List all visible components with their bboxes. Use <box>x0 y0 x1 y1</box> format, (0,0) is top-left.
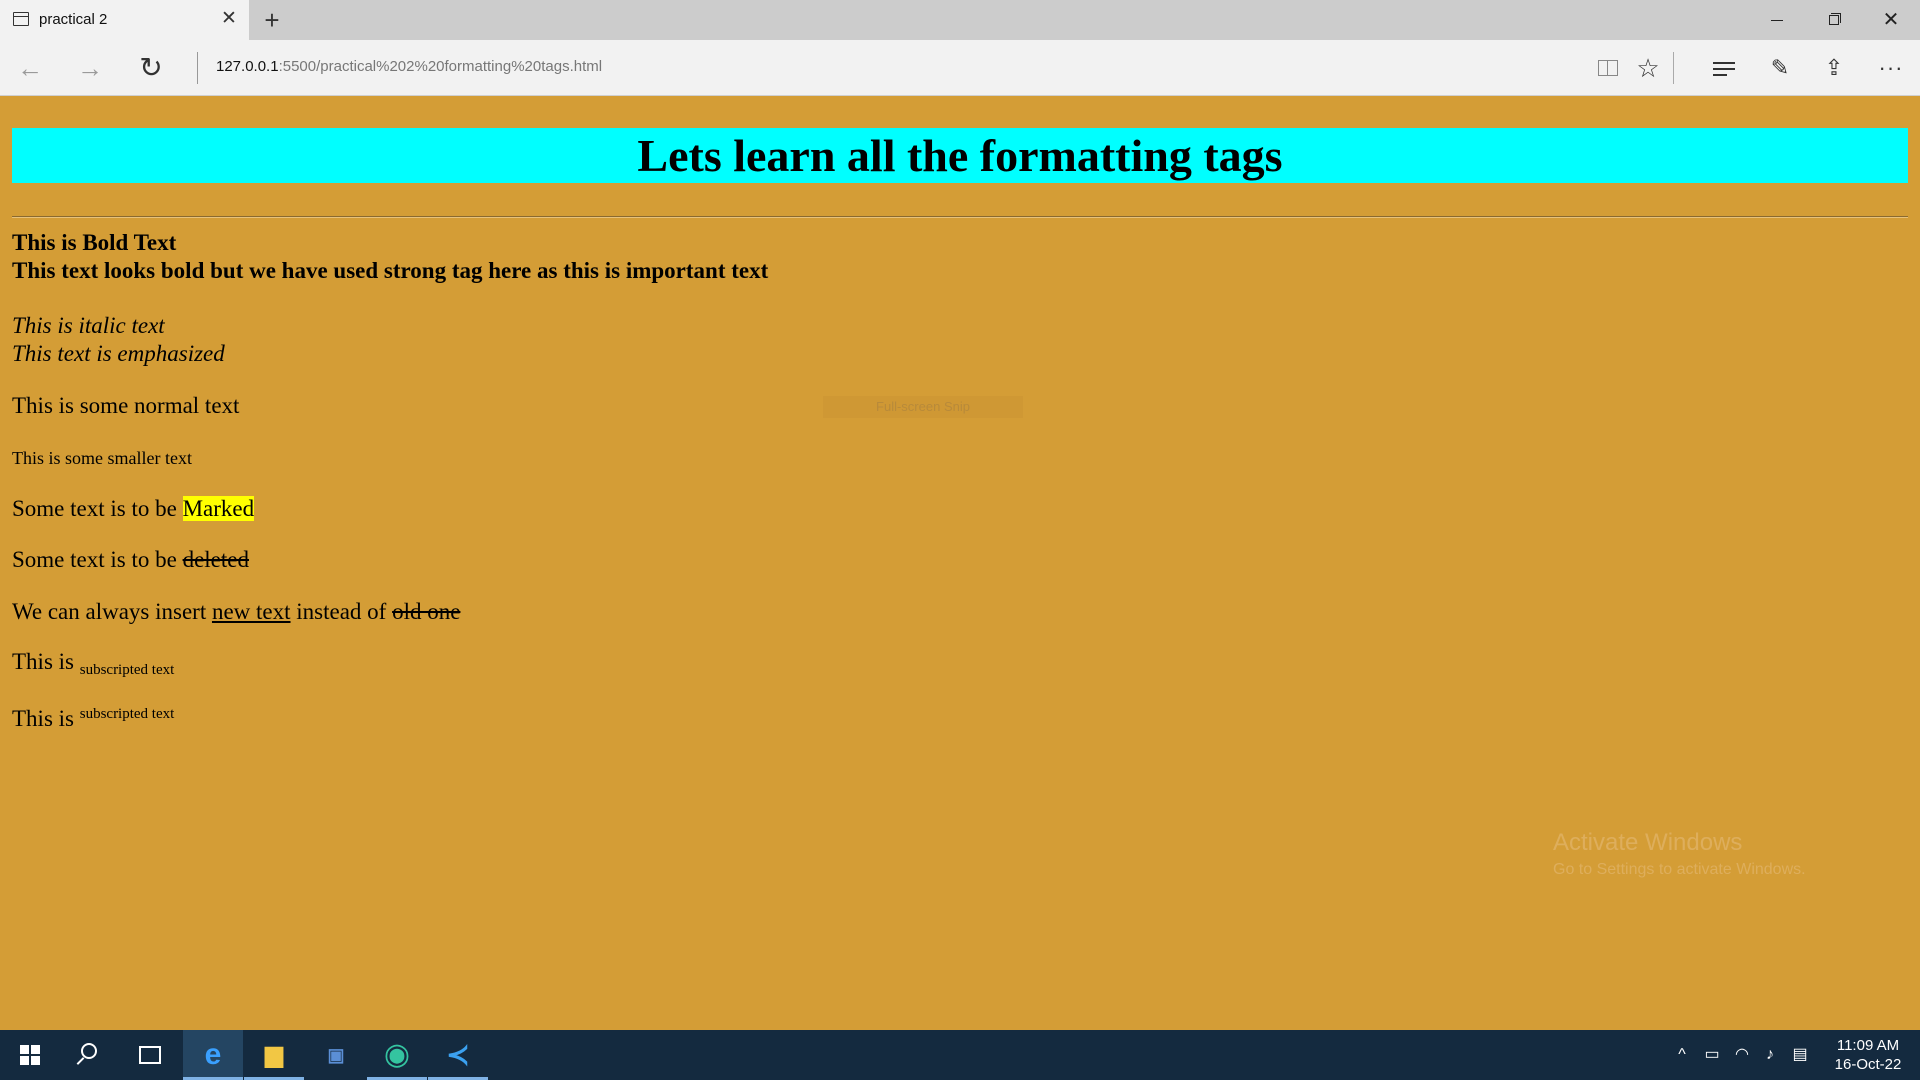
taskbar: e ▆ ▣ ◉ ≺ ^ ▭ ◠ ♪ ▤ 11:09 AM 16-Oct-22 <box>0 1030 1920 1080</box>
file-explorer-icon[interactable]: ▆ <box>244 1030 304 1080</box>
emphasized-text: This text is emphasized <box>12 341 225 366</box>
activation-watermark: Activate Windows Go to Settings to activ… <box>1553 829 1806 879</box>
web-page: Lets learn all the formatting tags This … <box>0 96 1920 1030</box>
wifi-icon[interactable]: ◠ <box>1730 1030 1754 1080</box>
forward-button[interactable]: → <box>70 48 110 88</box>
virtualbox-icon[interactable]: ▣ <box>306 1030 366 1080</box>
volume-icon[interactable]: ♪ <box>1758 1030 1782 1080</box>
minimize-button[interactable] <box>1749 0 1805 40</box>
small-text: This is some smaller text <box>12 448 192 468</box>
battery-icon[interactable]: ▭ <box>1700 1030 1724 1080</box>
refresh-button[interactable]: ↻ <box>131 48 171 88</box>
normal-text: This is some normal text <box>12 393 240 418</box>
browser-tab[interactable]: practical 2 ✕ <box>0 0 249 40</box>
watermark-subtitle: Go to Settings to activate Windows. <box>1553 861 1806 878</box>
inserted-text: new text <box>211 599 291 624</box>
clock-date: 16-Oct-22 <box>1834 1056 1902 1073</box>
web-note-icon[interactable]: ✎ <box>1764 52 1796 84</box>
ins-line-prefix: We can always insert <box>12 599 212 624</box>
italic-text: This is italic text <box>12 313 165 338</box>
share-icon[interactable]: ⇪ <box>1818 52 1850 84</box>
horizontal-rule <box>12 216 1908 218</box>
address-host: 127.0.0.1 <box>216 58 279 75</box>
subscript-text: subscripted text <box>79 662 175 678</box>
edge-icon[interactable]: ◉ <box>367 1030 427 1080</box>
mark-line-prefix: Some text is to be <box>12 496 183 521</box>
back-button[interactable]: ← <box>10 48 50 88</box>
superscript-text: subscripted text <box>79 706 175 722</box>
toolbar-separator <box>1673 52 1674 84</box>
old-text: old one <box>392 599 461 624</box>
task-view-icon[interactable] <box>120 1030 180 1080</box>
snip-overlay: Full-screen Snip <box>823 396 1023 418</box>
strong-text: This text looks bold but we have used st… <box>12 258 769 283</box>
del-line-prefix: Some text is to be <box>12 547 183 572</box>
mark-line: Some text is to be Marked <box>12 496 255 522</box>
reading-view-icon[interactable] <box>1592 52 1624 84</box>
notifications-icon[interactable]: ▤ <box>1788 1030 1812 1080</box>
tab-title: practical 2 <box>39 11 108 28</box>
marked-text: Marked <box>182 496 255 521</box>
edge-legacy-icon[interactable]: e <box>183 1030 243 1080</box>
taskbar-clock[interactable]: 11:09 AM 16-Oct-22 <box>1820 1036 1916 1074</box>
close-tab-icon[interactable]: ✕ <box>219 9 239 29</box>
address-path: :5500/practical%202%20formatting%20tags.… <box>278 58 603 75</box>
show-hidden-icons-icon[interactable]: ^ <box>1670 1030 1694 1080</box>
new-tab-button[interactable]: + <box>259 5 285 35</box>
vscode-icon[interactable]: ≺ <box>428 1030 488 1080</box>
superscript-line: This is subscripted text <box>12 706 174 732</box>
superscript-line-prefix: This is <box>12 706 80 731</box>
subscript-line: This is subscripted text <box>12 649 175 678</box>
more-options-icon[interactable]: ··· <box>1875 52 1907 84</box>
favorite-star-icon[interactable]: ☆ <box>1632 52 1664 84</box>
address-bar[interactable]: 127.0.0.1:5500/practical%202%20formattin… <box>216 58 602 75</box>
page-heading: Lets learn all the formatting tags <box>12 128 1908 183</box>
restore-button[interactable] <box>1806 0 1862 40</box>
subscript-line-prefix: This is <box>12 649 80 674</box>
hub-icon[interactable] <box>1708 52 1740 84</box>
watermark-title: Activate Windows <box>1553 829 1743 856</box>
page-tab-icon <box>13 12 29 26</box>
ins-line-middle: instead of <box>290 599 393 624</box>
bold-text: This is Bold Text <box>12 230 177 255</box>
deleted-text: deleted <box>182 547 249 572</box>
address-separator <box>197 52 198 84</box>
browser-toolbar: ← → ↻ 127.0.0.1:5500/practical%202%20for… <box>0 40 1920 96</box>
windows-logo-icon <box>20 1045 29 1054</box>
search-icon[interactable] <box>60 1030 120 1080</box>
title-bar: practical 2 ✕ + ✕ <box>0 0 1920 40</box>
close-window-button[interactable]: ✕ <box>1863 0 1919 40</box>
del-line: Some text is to be deleted <box>12 547 249 573</box>
clock-time: 11:09 AM <box>1836 1037 1900 1054</box>
start-button[interactable] <box>0 1030 60 1080</box>
ins-line: We can always insert new text instead of… <box>12 599 460 625</box>
